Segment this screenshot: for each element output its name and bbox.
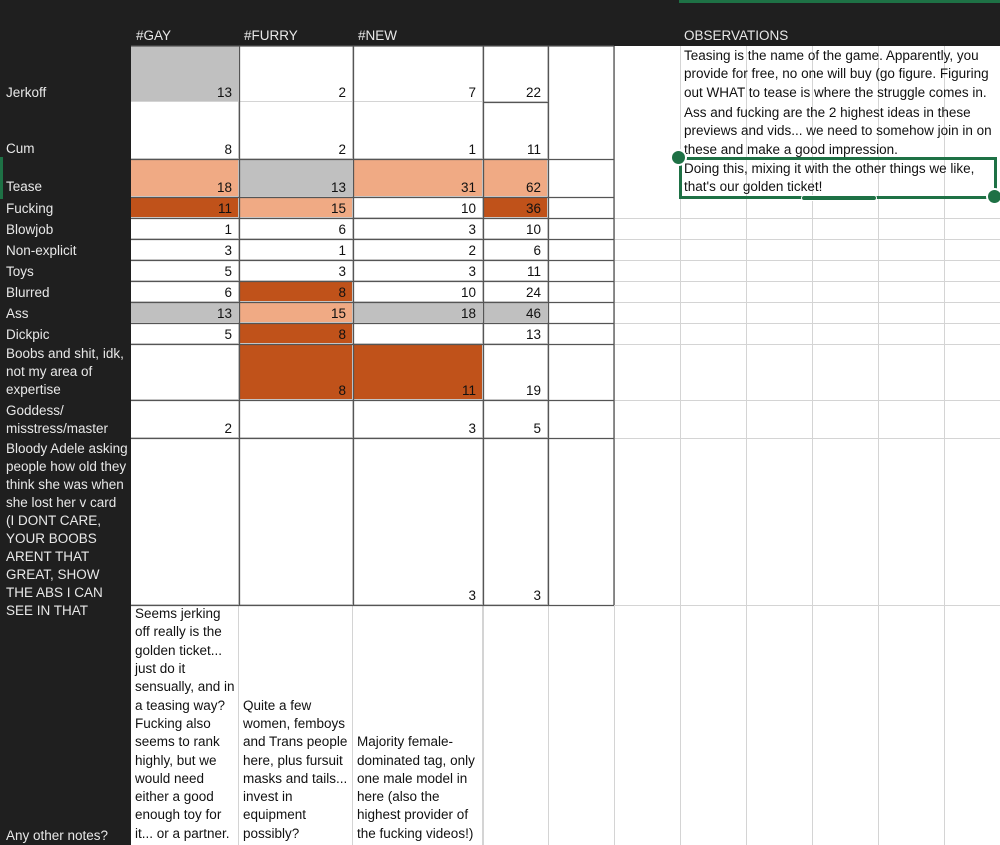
- cell-nonexplicit-gay[interactable]: 3: [131, 239, 239, 260]
- row-label-dickpic[interactable]: Dickpic: [6, 326, 128, 344]
- cell-adele-gay[interactable]: [131, 438, 239, 605]
- cell-ass-total[interactable]: 46: [483, 302, 548, 323]
- active-column-indicator: [679, 0, 1000, 3]
- cell-dickpic-total[interactable]: 13: [483, 323, 548, 344]
- cell-adele-furry[interactable]: [239, 438, 353, 605]
- cell-fucking-new[interactable]: 10: [353, 197, 483, 218]
- row-label-cum[interactable]: Cum: [6, 140, 128, 158]
- cell-goddess-total[interactable]: 5: [483, 400, 548, 438]
- cell-ass-furry[interactable]: 15: [239, 302, 353, 323]
- note-new: Majority female-dominated tag, only one …: [357, 734, 475, 841]
- row-label-ass[interactable]: Ass: [6, 305, 128, 323]
- cell-ass-gay[interactable]: 13: [131, 302, 239, 323]
- cell-notes-furry[interactable]: Quite a few women, femboys and Trans peo…: [239, 605, 353, 845]
- row-label-toys[interactable]: Toys: [6, 263, 128, 281]
- cell-tease-total[interactable]: 62: [483, 159, 548, 197]
- note-gay: Seems jerking off really is the golden t…: [135, 606, 235, 841]
- cell-nonexplicit-total[interactable]: 6: [483, 239, 548, 260]
- cell-jerkoff-new[interactable]: 7: [353, 46, 483, 102]
- cell-notes-gay[interactable]: Seems jerking off really is the golden t…: [131, 605, 239, 845]
- observations-p2: Ass and fucking are the 2 highest ideas …: [684, 105, 992, 157]
- selection-handle-top-left[interactable]: [670, 149, 687, 166]
- cell-tease-new[interactable]: 31: [353, 159, 483, 197]
- cell-selection[interactable]: [679, 157, 997, 199]
- cell-blurred-furry[interactable]: 8: [239, 281, 353, 302]
- selection-resize-bar[interactable]: [801, 195, 877, 201]
- row-indicator: [0, 157, 3, 199]
- cell-blurred-new[interactable]: 10: [353, 281, 483, 302]
- cell-dickpic-gay[interactable]: 5: [131, 323, 239, 344]
- row-label-goddess[interactable]: Goddess/ misstress/master: [6, 402, 128, 438]
- cell-toys-gay[interactable]: 5: [131, 260, 239, 281]
- cell-nonexplicit-furry[interactable]: 1: [239, 239, 353, 260]
- row-label-non-explicit[interactable]: Non-explicit: [6, 242, 128, 260]
- cell-boobs-furry[interactable]: 8: [239, 344, 353, 400]
- cell-blowjob-furry[interactable]: 6: [239, 218, 353, 239]
- cell-tease-furry[interactable]: 13: [239, 159, 353, 197]
- cell-notes-new[interactable]: Majority female-dominated tag, only one …: [353, 605, 483, 845]
- row-label-blurred[interactable]: Blurred: [6, 284, 128, 302]
- cell-boobs-new[interactable]: 11: [353, 344, 483, 400]
- cell-blurred-total[interactable]: 24: [483, 281, 548, 302]
- row-label-fucking[interactable]: Fucking: [6, 200, 128, 218]
- header-observations[interactable]: OBSERVATIONS: [684, 28, 788, 43]
- cell-fucking-gay[interactable]: 11: [131, 197, 239, 218]
- selection-handle-bottom-right[interactable]: [986, 188, 1000, 205]
- cell-fucking-total[interactable]: 36: [483, 197, 548, 218]
- cell-dickpic-furry[interactable]: 8: [239, 323, 353, 344]
- cell-toys-new[interactable]: 3: [353, 260, 483, 281]
- cell-boobs-gay[interactable]: [131, 344, 239, 400]
- cell-adele-new[interactable]: 3: [353, 438, 483, 605]
- cell-cum-gay[interactable]: 8: [131, 102, 239, 159]
- cell-goddess-gay[interactable]: 2: [131, 400, 239, 438]
- cell-blurred-gay[interactable]: 6: [131, 281, 239, 302]
- cell-ass-new[interactable]: 18: [353, 302, 483, 323]
- row-label-tease[interactable]: Tease: [6, 178, 128, 196]
- header-new[interactable]: #NEW: [358, 28, 397, 43]
- observations-p1: Teasing is the name of the game. Apparen…: [684, 48, 989, 100]
- cell-nonexplicit-new[interactable]: 2: [353, 239, 483, 260]
- cell-dickpic-new[interactable]: [353, 323, 483, 344]
- cell-cum-furry[interactable]: 2: [239, 102, 353, 159]
- cell-fucking-furry[interactable]: 15: [239, 197, 353, 218]
- cell-adele-total[interactable]: 3: [483, 438, 548, 605]
- row-label-adele[interactable]: Bloody Adele asking people how old they …: [6, 440, 128, 620]
- cell-jerkoff-gay[interactable]: 13: [131, 46, 239, 102]
- row-label-jerkoff[interactable]: Jerkoff: [6, 84, 128, 102]
- row-label-blowjob[interactable]: Blowjob: [6, 221, 128, 239]
- cell-goddess-furry[interactable]: [239, 400, 353, 438]
- header-gay[interactable]: #GAY: [136, 28, 171, 43]
- cell-blowjob-gay[interactable]: 1: [131, 218, 239, 239]
- row-label-notes[interactable]: Any other notes?: [6, 827, 128, 845]
- cell-jerkoff-furry[interactable]: 2: [239, 46, 353, 102]
- row-label-boobs[interactable]: Boobs and shit, idk, not my area of expe…: [6, 345, 128, 399]
- cell-toys-furry[interactable]: 3: [239, 260, 353, 281]
- cell-goddess-new[interactable]: 3: [353, 400, 483, 438]
- cell-blowjob-new[interactable]: 3: [353, 218, 483, 239]
- cell-tease-gay[interactable]: 18: [131, 159, 239, 197]
- cell-jerkoff-total[interactable]: 22: [483, 46, 548, 102]
- header-furry[interactable]: #FURRY: [244, 28, 298, 43]
- note-furry: Quite a few women, femboys and Trans peo…: [243, 697, 348, 841]
- cell-blowjob-total[interactable]: 10: [483, 218, 548, 239]
- cell-toys-total[interactable]: 11: [483, 260, 548, 281]
- cell-cum-new[interactable]: 1: [353, 102, 483, 159]
- cell-cum-total[interactable]: 11: [483, 102, 548, 159]
- cell-boobs-total[interactable]: 19: [483, 344, 548, 400]
